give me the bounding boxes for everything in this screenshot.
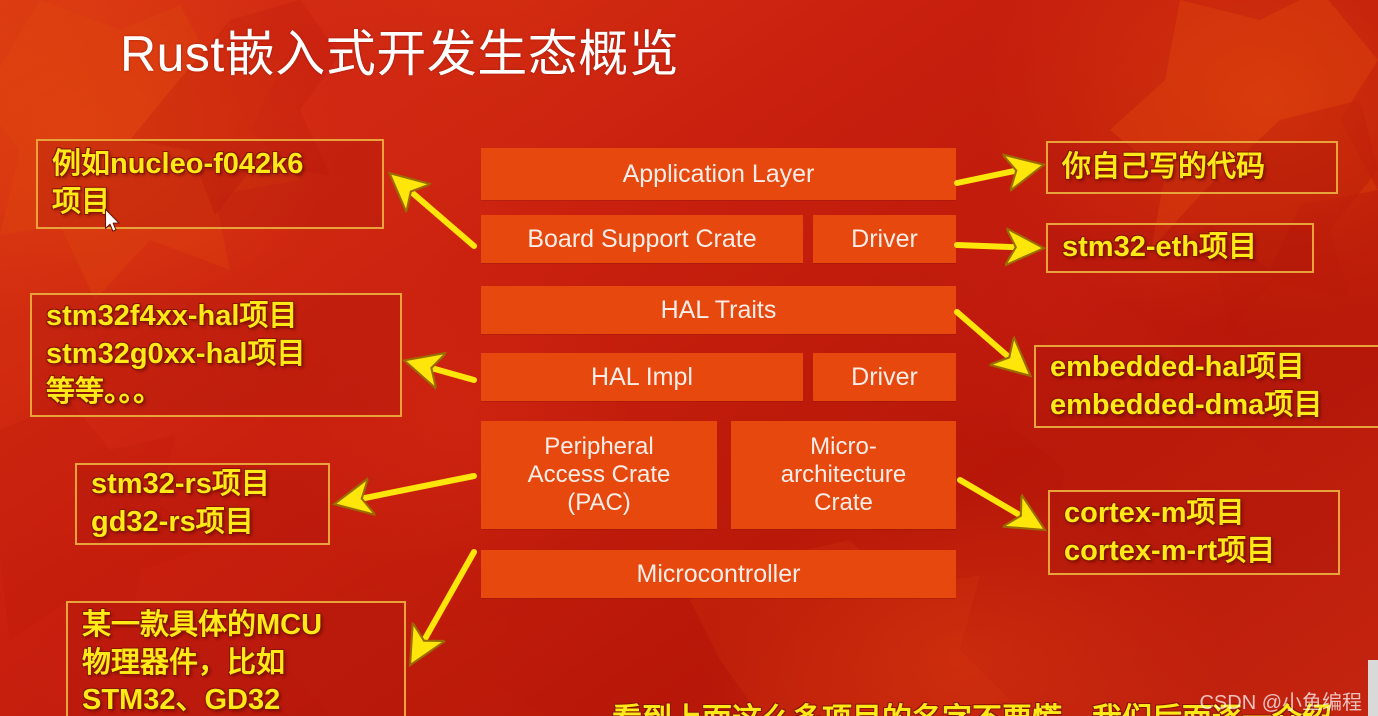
annotation-box-mcu-device[interactable]: 某一款具体的MCU 物理器件，比如 STM32、GD32 (66, 601, 406, 716)
stack-box-hal-impl[interactable]: HAL Impl (481, 353, 803, 401)
annotation-text: stm32-eth项目 (1062, 231, 1257, 264)
annotation-text: 你自己写的代码 (1062, 150, 1266, 183)
annotation-box-stm32-hal[interactable]: stm32f4xx-hal项目 stm32g0xx-hal项目 等等。。。 (30, 293, 402, 417)
arrow-pac-to-stm32-rs (340, 473, 477, 503)
stack-box-label: Application Layer (622, 159, 815, 188)
arrow-bsc-to-nucleo (394, 177, 477, 249)
annotation-box-your-own-code[interactable]: 你自己写的代码 (1046, 141, 1338, 194)
annotation-box-nucleo[interactable]: 例如nucleo-f042k6 项目 (36, 139, 384, 229)
annotation-box-embedded-hal[interactable]: embedded-hal项目 embedded-dma项目 (1034, 345, 1378, 428)
stack-box-label: Driver (851, 224, 918, 253)
annotation-box-cortex-m[interactable]: cortex-m项目 cortex-m-rt项目 (1048, 490, 1340, 575)
arrow-app-to-your-code (954, 166, 1038, 183)
stack-box-board-support-crate[interactable]: Board Support Crate (481, 215, 803, 263)
stack-box-label: HAL Impl (591, 362, 693, 391)
annotation-box-stm32-rs[interactable]: stm32-rs项目 gd32-rs项目 (75, 463, 330, 545)
annotation-box-stm32-eth[interactable]: stm32-eth项目 (1046, 223, 1314, 273)
stack-box-hal-traits[interactable]: HAL Traits (481, 286, 956, 334)
stack-box-label: Micro- architecture Crate (780, 433, 907, 516)
stack-box-peripheral-access-crate[interactable]: Peripheral Access Crate (PAC) (481, 421, 717, 529)
scrollbar-thumb[interactable] (1368, 660, 1378, 716)
annotation-text: stm32-rs项目 gd32-rs项目 (91, 468, 270, 538)
stack-box-label: Driver (851, 362, 918, 391)
arrow-hal-impl-to-stm32-hal (410, 362, 477, 380)
stack-box-micro-architecture-crate[interactable]: Micro- architecture Crate (731, 421, 956, 529)
annotation-text: 某一款具体的MCU 物理器件，比如 STM32、GD32 (82, 608, 323, 716)
arrow-hal-traits-to-embedded-hal (954, 309, 1026, 372)
annotation-text: cortex-m项目 cortex-m-rt项目 (1064, 496, 1276, 567)
slide-canvas: Rust嵌入式开发生态概览 Application Layer Board Su… (0, 0, 1378, 716)
stack-box-label: HAL Traits (660, 295, 777, 324)
annotation-text: 例如nucleo-f042k6 项目 (52, 148, 304, 218)
arrow-mcu-to-device (413, 549, 477, 660)
stack-box-label: Board Support Crate (527, 224, 757, 253)
stack-box-driver-bottom[interactable]: Driver (813, 353, 956, 401)
page-title: Rust嵌入式开发生态概览 (120, 26, 680, 82)
arrow-driver-to-stm32-eth (954, 245, 1038, 248)
stack-box-label: Peripheral Access Crate (PAC) (527, 433, 671, 516)
stack-box-application-layer[interactable]: Application Layer (481, 148, 956, 200)
stack-box-label: Microcontroller (636, 559, 801, 588)
annotation-text: stm32f4xx-hal项目 stm32g0xx-hal项目 等等。。。 (46, 300, 306, 408)
mouse-cursor-icon (104, 208, 120, 232)
annotation-text: embedded-hal项目 embedded-dma项目 (1050, 350, 1323, 421)
csdn-watermark: CSDN @小鱼编程 (1199, 692, 1362, 714)
stack-box-driver-top[interactable]: Driver (813, 215, 956, 263)
stack-box-microcontroller[interactable]: Microcontroller (481, 550, 956, 598)
arrow-microarch-to-cortex-m (957, 477, 1040, 527)
